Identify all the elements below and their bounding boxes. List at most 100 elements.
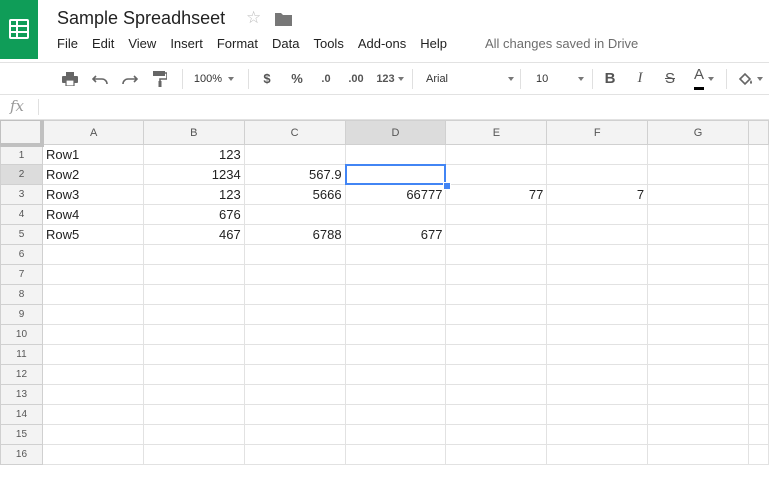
cell-c7[interactable] [243, 264, 346, 285]
cell-d5[interactable]: 677 [344, 224, 447, 245]
cell-h2[interactable] [747, 164, 769, 185]
cell-d16[interactable] [344, 444, 447, 465]
decrease-decimals-button[interactable]: .0 [314, 63, 338, 94]
cell-e8[interactable] [445, 284, 548, 305]
cell-b2[interactable]: 1234 [142, 164, 245, 185]
cell-c8[interactable] [243, 284, 346, 305]
font-size-select[interactable]: 10 [528, 63, 584, 94]
cell-a6[interactable] [41, 244, 144, 265]
cell-h8[interactable] [747, 284, 769, 305]
cell-h10[interactable] [747, 324, 769, 345]
folder-icon[interactable] [275, 12, 292, 31]
cell-b14[interactable] [142, 404, 245, 425]
cell-f15[interactable] [546, 424, 649, 445]
cell-c6[interactable] [243, 244, 346, 265]
row-header[interactable]: 2 [0, 164, 43, 185]
cell-a13[interactable] [41, 384, 144, 405]
cell-a11[interactable] [41, 344, 144, 365]
cell-e11[interactable] [445, 344, 548, 365]
cell-b7[interactable] [142, 264, 245, 285]
cell-h5[interactable] [747, 224, 769, 245]
cell-f14[interactable] [546, 404, 649, 425]
print-icon[interactable] [58, 63, 82, 94]
cell-d8[interactable] [344, 284, 447, 305]
column-header-f[interactable]: F [546, 120, 649, 145]
cell-g1[interactable] [647, 144, 749, 165]
cell-b13[interactable] [142, 384, 245, 405]
cell-d4[interactable] [344, 204, 447, 225]
cell-b8[interactable] [142, 284, 245, 305]
cell-e5[interactable] [445, 224, 548, 245]
cell-d12[interactable] [344, 364, 447, 385]
cell-c4[interactable] [243, 204, 346, 225]
cell-e1[interactable] [445, 144, 548, 165]
row-header[interactable]: 15 [0, 424, 43, 445]
cell-d9[interactable] [344, 304, 447, 325]
star-icon[interactable]: ☆ [246, 9, 261, 27]
text-color-button[interactable]: A [686, 63, 722, 94]
document-title[interactable]: Sample Spreadhseet [57, 8, 225, 29]
cell-d6[interactable] [344, 244, 447, 265]
row-header[interactable]: 12 [0, 364, 43, 385]
cell-b4[interactable]: 676 [142, 204, 245, 225]
bold-button[interactable]: B [598, 63, 622, 94]
row-header[interactable]: 9 [0, 304, 43, 325]
cell-a15[interactable] [41, 424, 144, 445]
cell-c16[interactable] [243, 444, 346, 465]
cell-d15[interactable] [344, 424, 447, 445]
row-header[interactable]: 6 [0, 244, 43, 265]
column-header-c[interactable]: C [243, 120, 346, 145]
cell-f13[interactable] [546, 384, 649, 405]
cell-c2[interactable]: 567.9 [243, 164, 346, 185]
row-header[interactable]: 3 [0, 184, 43, 205]
cell-f9[interactable] [546, 304, 649, 325]
column-header-g[interactable]: G [647, 120, 749, 145]
cell-d7[interactable] [344, 264, 447, 285]
row-header[interactable]: 11 [0, 344, 43, 365]
cell-b9[interactable] [142, 304, 245, 325]
cell-a7[interactable] [41, 264, 144, 285]
cell-a2[interactable]: Row2 [41, 164, 144, 185]
row-header[interactable]: 8 [0, 284, 43, 305]
cell-c1[interactable] [243, 144, 346, 165]
menu-tools[interactable]: Tools [313, 36, 343, 52]
cell-a5[interactable]: Row5 [41, 224, 144, 245]
cell-f7[interactable] [546, 264, 649, 285]
cell-e2[interactable] [445, 164, 548, 185]
paint-format-icon[interactable] [148, 63, 172, 94]
strikethrough-button[interactable]: S [658, 63, 682, 94]
cell-f11[interactable] [546, 344, 649, 365]
increase-decimals-button[interactable]: .00 [342, 63, 370, 94]
cell-g8[interactable] [647, 284, 749, 305]
column-header-a[interactable]: A [41, 120, 144, 145]
cell-c13[interactable] [243, 384, 346, 405]
cell-a10[interactable] [41, 324, 144, 345]
cell-a8[interactable] [41, 284, 144, 305]
select-all-corner[interactable] [0, 120, 45, 147]
percent-format-button[interactable]: % [286, 63, 308, 94]
cell-g11[interactable] [647, 344, 749, 365]
cell-e4[interactable] [445, 204, 548, 225]
cell-d13[interactable] [344, 384, 447, 405]
formula-input[interactable] [44, 97, 763, 117]
cell-h3[interactable] [747, 184, 769, 205]
cell-e13[interactable] [445, 384, 548, 405]
cell-a12[interactable] [41, 364, 144, 385]
menu-data[interactable]: Data [272, 36, 299, 52]
zoom-select[interactable]: 100% [186, 63, 242, 94]
cell-g6[interactable] [647, 244, 749, 265]
cell-c15[interactable] [243, 424, 346, 445]
fill-handle[interactable] [443, 182, 451, 190]
row-header[interactable]: 1 [0, 144, 43, 165]
column-header-h[interactable] [747, 120, 769, 145]
cell-g4[interactable] [647, 204, 749, 225]
cell-c5[interactable]: 6788 [243, 224, 346, 245]
cell-c10[interactable] [243, 324, 346, 345]
cell-f2[interactable] [546, 164, 649, 185]
undo-icon[interactable] [88, 63, 112, 94]
cell-h12[interactable] [747, 364, 769, 385]
cell-b3[interactable]: 123 [142, 184, 245, 205]
cell-g3[interactable] [647, 184, 749, 205]
cell-a16[interactable] [41, 444, 144, 465]
cell-h14[interactable] [747, 404, 769, 425]
